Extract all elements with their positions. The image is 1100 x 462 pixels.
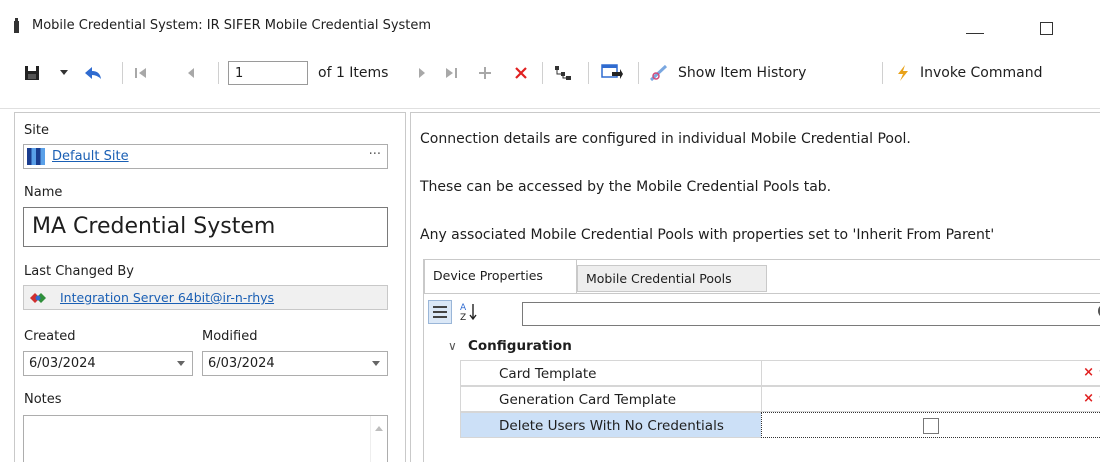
- last-changed-label: Last Changed By: [24, 264, 134, 279]
- site-label: Site: [24, 123, 49, 138]
- svg-text:A: A: [460, 303, 467, 313]
- toolbar-separator: [882, 62, 883, 84]
- name-field[interactable]: MA Credential System: [23, 207, 388, 247]
- created-date-value: 6/03/2024: [29, 356, 96, 371]
- delete-users-checkbox[interactable]: [923, 418, 939, 434]
- chevron-down-icon[interactable]: ∨: [448, 339, 457, 353]
- modified-label: Modified: [202, 329, 258, 344]
- hierarchy-icon: [555, 66, 571, 80]
- property-value[interactable]: × ···: [761, 386, 1100, 412]
- minimize-button[interactable]: [966, 33, 984, 34]
- notes-label: Notes: [24, 392, 62, 407]
- next-icon: [419, 68, 425, 78]
- category-configuration[interactable]: ∨ Configuration: [424, 334, 1100, 358]
- app-icon: [14, 18, 19, 33]
- info-line-1: Connection details are configured in ind…: [420, 131, 911, 147]
- window-title: Mobile Credential System: IR SIFER Mobil…: [32, 18, 432, 33]
- previous-icon: [188, 68, 194, 78]
- invoke-command-icon-button[interactable]: [892, 61, 914, 85]
- undo-button[interactable]: [80, 61, 106, 85]
- chevron-down-icon: [60, 70, 68, 75]
- scroll-up-icon[interactable]: [375, 426, 383, 431]
- integration-server-icon: [30, 293, 46, 303]
- last-changed-link[interactable]: Integration Server 64bit@ir-n-rhys: [60, 290, 274, 305]
- created-label: Created: [24, 329, 76, 344]
- item-count-label: of 1 Items: [318, 65, 389, 81]
- configuration-panel: Connection details are configured in ind…: [410, 112, 1100, 462]
- delete-x-icon: [515, 67, 527, 79]
- property-row-generation-card-template[interactable]: Generation Card Template × ···: [460, 386, 1100, 412]
- toolbar-separator: [542, 62, 543, 84]
- name-label: Name: [24, 185, 63, 200]
- save-button[interactable]: [20, 61, 44, 85]
- maximize-button[interactable]: [1040, 22, 1053, 35]
- toolbar-separator: [122, 62, 123, 84]
- modified-date-value: 6/03/2024: [208, 356, 275, 371]
- last-record-button[interactable]: [440, 61, 462, 85]
- clear-icon[interactable]: ×: [1083, 365, 1094, 380]
- window-arrow-icon: [601, 64, 623, 79]
- notes-textarea[interactable]: [23, 415, 388, 462]
- property-row-card-template[interactable]: Card Template × ···: [460, 360, 1100, 386]
- created-date-picker[interactable]: 6/03/2024: [23, 351, 193, 376]
- last-icon: [446, 68, 457, 78]
- site-building-icon: [27, 148, 45, 165]
- open-window-button[interactable]: [598, 61, 626, 85]
- notes-scrollbar[interactable]: [370, 416, 387, 462]
- item-history-icon-button[interactable]: [648, 61, 670, 85]
- first-icon: [135, 68, 146, 78]
- save-icon: [25, 66, 39, 80]
- tab-mobile-credential-pools[interactable]: Mobile Credential Pools: [577, 265, 767, 292]
- title-bar: Mobile Credential System: IR SIFER Mobil…: [0, 0, 1100, 50]
- chevron-down-icon: [177, 361, 185, 366]
- previous-record-button[interactable]: [180, 61, 202, 85]
- property-value[interactable]: [761, 412, 1100, 438]
- next-record-button[interactable]: [412, 61, 432, 85]
- toolbar-separator: [218, 62, 219, 84]
- property-value[interactable]: × ···: [761, 360, 1100, 386]
- sort-az-icon: AZ: [460, 303, 477, 323]
- toolbar-divider: [0, 108, 1100, 109]
- site-link[interactable]: Default Site: [52, 149, 129, 164]
- category-label: Configuration: [468, 338, 572, 354]
- site-field[interactable]: Default Site ···: [23, 144, 388, 169]
- categorized-view-button[interactable]: [428, 300, 452, 324]
- lightning-icon: [898, 65, 908, 81]
- name-value: MA Credential System: [32, 214, 276, 239]
- item-details-panel: Site Default Site ··· Name MA Credential…: [14, 112, 406, 462]
- history-search-icon: [650, 64, 668, 82]
- save-dropdown-button[interactable]: [56, 61, 72, 85]
- undo-arrow-icon: [85, 67, 101, 79]
- property-name: Delete Users With No Credentials: [460, 412, 761, 438]
- last-changed-field: Integration Server 64bit@ir-n-rhys: [23, 285, 388, 310]
- invoke-command-button[interactable]: Invoke Command: [920, 65, 1042, 81]
- property-name: Generation Card Template: [460, 386, 761, 412]
- chevron-down-icon: [372, 361, 380, 366]
- tab-device-properties[interactable]: Device Properties: [424, 259, 577, 293]
- property-row-delete-users-with-no-credentials[interactable]: Delete Users With No Credentials: [460, 412, 1100, 438]
- page-number-input[interactable]: [228, 61, 308, 85]
- add-record-button[interactable]: [474, 61, 496, 85]
- plus-icon: [479, 67, 491, 79]
- site-browse-button[interactable]: ···: [369, 147, 381, 162]
- hierarchy-button[interactable]: [550, 61, 576, 85]
- toolbar-separator: [638, 62, 639, 84]
- svg-text:Z: Z: [460, 313, 466, 323]
- delete-record-button[interactable]: [510, 61, 532, 85]
- property-grid-toolbar: AZ: [424, 293, 1100, 331]
- property-name: Card Template: [460, 360, 761, 386]
- alphabetical-sort-button[interactable]: AZ: [457, 300, 481, 324]
- modified-date-picker[interactable]: 6/03/2024: [202, 351, 388, 376]
- show-item-history-button[interactable]: Show Item History: [678, 65, 806, 81]
- info-line-2: These can be accessed by the Mobile Cred…: [420, 179, 832, 195]
- toolbar-separator: [588, 62, 589, 84]
- property-search-input[interactable]: [522, 302, 1100, 326]
- first-record-button[interactable]: [130, 61, 152, 85]
- info-line-3: Any associated Mobile Credential Pools w…: [420, 227, 995, 243]
- clear-icon[interactable]: ×: [1083, 391, 1094, 406]
- tab-container: Device Properties Mobile Credential Pool…: [423, 259, 1100, 462]
- record-toolbar: of 1 Items Show Item History Invoke Comm…: [0, 50, 1100, 96]
